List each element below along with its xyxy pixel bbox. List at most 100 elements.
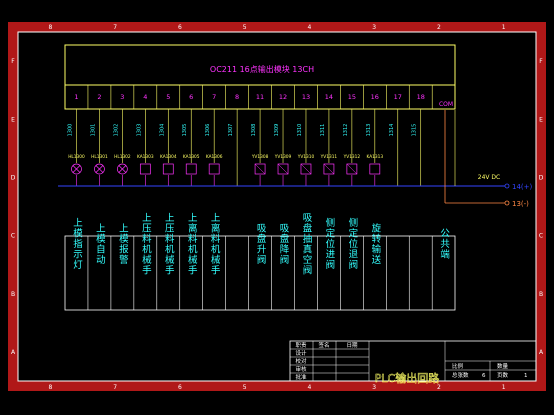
relay-coil-icon [162, 163, 174, 175]
output-address: 1309 [274, 124, 280, 137]
tb-role-approve: 批准 [295, 373, 307, 381]
output-address: 1305 [182, 124, 188, 137]
output-address: 1307 [228, 124, 234, 137]
drawing-frame [17, 31, 537, 382]
relay-coil-icon [208, 163, 220, 175]
solenoid-valve-icon [346, 163, 358, 175]
col-label-top: 3 [372, 24, 376, 31]
drawing-title: PLC输出回路 [375, 371, 439, 385]
col-label-bottom: 5 [243, 384, 247, 391]
load-tag: YV1312 [343, 154, 361, 160]
terminal-number: 4 [143, 93, 147, 101]
solenoid-valve-icon [277, 163, 289, 175]
tb-role-check: 校对 [295, 357, 307, 365]
load-tag: YV1308 [251, 154, 269, 160]
terminal-number: 8 [235, 93, 239, 101]
function-label: 旋转输送 [369, 222, 381, 265]
power-label: 24V DC [478, 174, 500, 181]
output-address: 1301 [90, 124, 96, 137]
module-title: OC211 16点输出模块 13CH [210, 64, 314, 74]
row-label-right: D [539, 174, 544, 181]
function-label: 上模指示灯 [71, 218, 83, 271]
tb-sheet-value: 1 [524, 373, 528, 379]
border-ruler [8, 22, 546, 391]
tb-qty: 数量 [497, 362, 509, 370]
output-address: 1313 [366, 124, 372, 137]
col-label-bottom: 1 [502, 384, 506, 391]
load-row: HL1300 HL1301 HL1302 KA1303 KA1304 KA1305 KA13… [68, 148, 422, 186]
terminal-number: 5 [166, 93, 170, 101]
output-address: 1308 [251, 124, 257, 137]
relay-coil-icon [369, 163, 381, 175]
col-label-top: 5 [243, 24, 247, 31]
function-label: 上压料机械手 [140, 213, 152, 276]
terminal-number: 6 [189, 93, 193, 101]
output-address: 1314 [389, 124, 395, 137]
terminal-number: 17 [394, 93, 402, 101]
output-address: 1312 [343, 124, 349, 137]
tb-ratio: 比例 [452, 362, 464, 370]
lamp-icon [94, 163, 105, 175]
terminal-number: 1 [74, 93, 78, 101]
col-label-top: 7 [113, 24, 117, 31]
tb-header-role: 职责 [295, 341, 307, 349]
function-cells: 上模指示灯 上模自动 上模报警 上压料机械手 上压料机械手 上离料机械手 上离料机械手 吸盘升… [71, 213, 450, 310]
tb-header-date: 日期 [346, 342, 358, 349]
terminal-number: 7 [212, 93, 216, 101]
plc-output-diagram: 8877665544332211F FE ED DC CB BA A OC211 16点输出… [8, 22, 546, 391]
load-tag: YV1309 [274, 154, 292, 160]
tb-total: 总张数 [452, 371, 469, 379]
address-row: 1300 1301 1302 1303 1304 1305 1306 1307 1308 1309… [67, 124, 417, 137]
col-label-top: 2 [437, 24, 441, 31]
row-label-left: B [11, 291, 15, 298]
tb-header-sign: 签名 [318, 341, 329, 349]
col-label-bottom: 7 [113, 384, 117, 391]
relay-coil-icon [139, 163, 151, 175]
tb-role-review: 审核 [295, 365, 307, 373]
function-label: 吸盘升阀 [255, 223, 267, 265]
com-label: COM [439, 101, 453, 108]
output-address: 1315 [412, 124, 418, 137]
function-label: 上离料机械手 [186, 213, 198, 276]
col-label-bottom: 3 [372, 384, 376, 391]
terminal-number: 14 [325, 93, 333, 101]
function-label: 公共端 [438, 228, 450, 260]
col-label-top: 1 [502, 24, 506, 31]
function-label: 上模自动 [94, 223, 106, 265]
output-address: 1302 [113, 124, 119, 137]
power-negative: 13(-) [512, 200, 529, 208]
lamp-icon [117, 163, 128, 175]
output-address: 1304 [159, 124, 165, 137]
tb-total-value: 6 [482, 373, 486, 379]
load-tag: YV1311 [320, 154, 338, 160]
solenoid-valve-icon [323, 163, 335, 175]
row-label-left: D [11, 174, 16, 181]
solenoid-valve-icon [254, 163, 266, 175]
col-label-top: 4 [307, 24, 311, 31]
row-label-left: F [11, 58, 15, 65]
power-positive: 14(+) [512, 183, 533, 191]
lamp-icon [71, 163, 82, 175]
function-label: 上模报警 [117, 223, 129, 265]
function-label: 吸盘降阀 [278, 223, 290, 265]
terminal-row: 1 2 3 4 5 6 7 8 11 12 13 14 15 16 17 18 [64, 85, 433, 109]
terminal-number: 16 [371, 93, 379, 101]
output-address: 1303 [136, 124, 142, 137]
relay-coil-icon [185, 163, 197, 175]
row-label-right: C [539, 233, 543, 240]
terminal-number: 12 [279, 93, 287, 101]
function-label: 侧定位退阀 [346, 217, 358, 270]
output-address: 1300 [67, 124, 73, 137]
title-block: 职责 签名 日期 设计 校对 审核 批准 PLC输出回路 比例 数量 总张数 6… [289, 340, 537, 385]
terminal-number: 13 [302, 93, 310, 101]
output-address: 1306 [205, 124, 211, 137]
terminal-number: 2 [97, 93, 101, 101]
border-labels: 8877665544332211F FE ED DC CB BA A [11, 24, 544, 391]
terminal-number: 3 [120, 93, 124, 101]
row-label-right: E [539, 116, 543, 123]
col-label-bottom: 2 [437, 384, 441, 391]
col-label-bottom: 8 [48, 384, 52, 391]
col-label-top: 6 [178, 24, 182, 31]
output-address: 1311 [320, 124, 326, 137]
function-label: 侧定位进阀 [323, 217, 335, 270]
